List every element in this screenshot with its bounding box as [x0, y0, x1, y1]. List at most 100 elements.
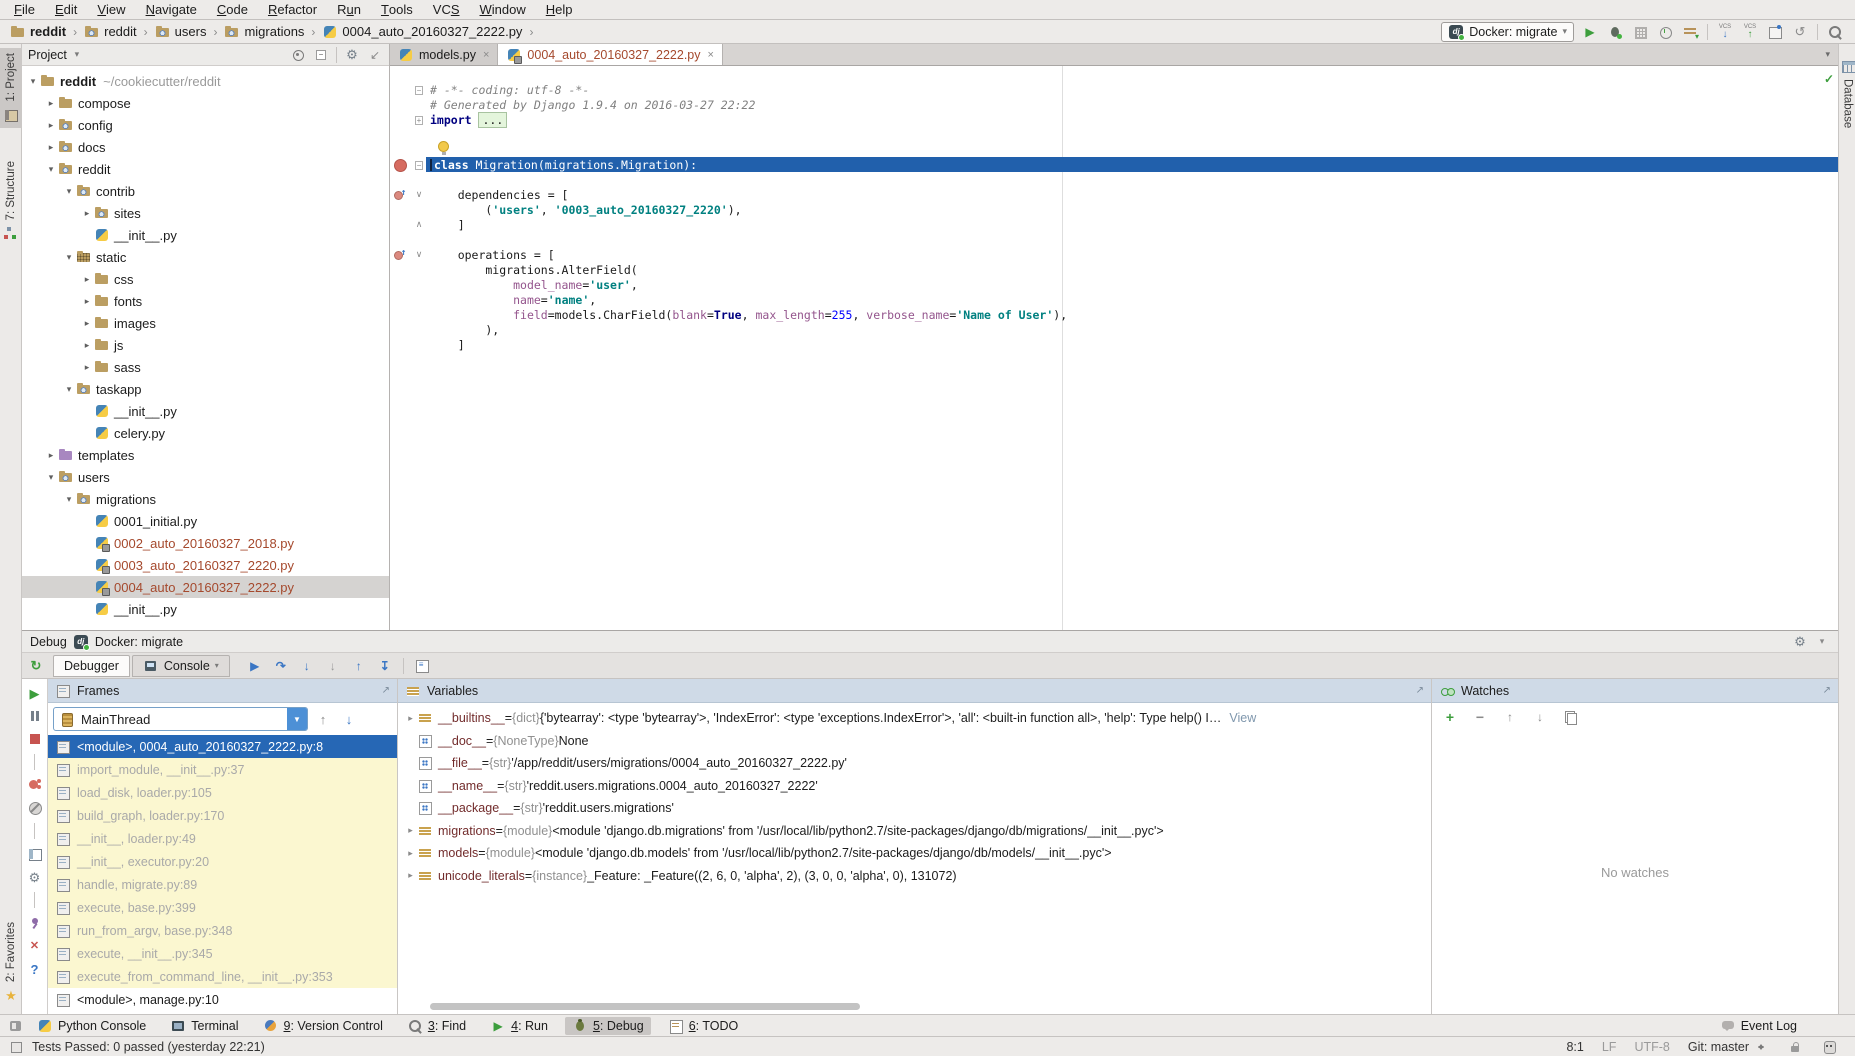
- expand-arrow-icon[interactable]: [80, 208, 94, 219]
- horizontal-scrollbar[interactable]: [430, 1003, 860, 1010]
- tree-item[interactable]: css: [22, 268, 389, 290]
- expand-arrow-icon[interactable]: [62, 494, 76, 505]
- tree-item[interactable]: docs: [22, 136, 389, 158]
- fold-marker[interactable]: [412, 115, 426, 125]
- status-widget[interactable]: UTF-8: [1634, 1040, 1669, 1054]
- menu-item[interactable]: Help: [536, 2, 583, 17]
- frame-row[interactable]: build_graph, loader.py:170: [48, 804, 397, 827]
- inspector-hector-icon[interactable]: [1821, 1039, 1837, 1055]
- tree-item[interactable]: 0003_auto_20160327_2220.py: [22, 554, 389, 576]
- variable-row[interactable]: unicode_literals = {instance} _Feature: …: [398, 865, 1431, 888]
- debugger-action-icon[interactable]: [27, 685, 43, 701]
- gutter[interactable]: [390, 277, 412, 292]
- step-icon[interactable]: [273, 658, 289, 674]
- lock-icon[interactable]: [1787, 1039, 1803, 1055]
- watches-action-icon[interactable]: [1442, 709, 1458, 725]
- menu-item[interactable]: Tools: [371, 2, 423, 17]
- menu-item[interactable]: Run: [327, 2, 371, 17]
- expand-arrow-icon[interactable]: [404, 825, 417, 836]
- debug-tab[interactable]: Console ▾: [132, 655, 230, 677]
- tree-item[interactable]: config: [22, 114, 389, 136]
- debugger-action-icon[interactable]: [34, 892, 35, 908]
- status-widget[interactable]: 8:1: [1566, 1040, 1583, 1054]
- tree-item[interactable]: js: [22, 334, 389, 356]
- expand-arrow-icon[interactable]: [80, 340, 94, 351]
- tree-item[interactable]: users: [22, 466, 389, 488]
- expand-arrow-icon[interactable]: [80, 274, 94, 285]
- tab-list-dropdown-icon[interactable]: ▾: [1817, 44, 1838, 65]
- step-icon[interactable]: [351, 658, 367, 674]
- frame-row[interactable]: <module>, manage.py:10: [48, 988, 397, 1011]
- expand-arrow-icon[interactable]: [44, 142, 58, 153]
- next-frame-icon[interactable]: ↓: [338, 708, 360, 730]
- variable-row[interactable]: migrations = {module} <module 'django.db…: [398, 820, 1431, 843]
- toolbar-icon[interactable]: [1582, 24, 1598, 40]
- tree-item[interactable]: contrib: [22, 180, 389, 202]
- gutter[interactable]: [390, 337, 412, 352]
- tool-window-switcher-icon[interactable]: [8, 1018, 24, 1034]
- view-link[interactable]: View: [1229, 711, 1256, 725]
- editor-tab[interactable]: 0004_auto_20160327_2222.py ×: [498, 44, 723, 65]
- watches-action-icon[interactable]: [1532, 709, 1548, 725]
- variable-row[interactable]: __file__ = {str} '/app/reddit/users/migr…: [398, 752, 1431, 775]
- gutter-marker-icon[interactable]: [390, 187, 412, 202]
- expand-arrow-icon[interactable]: [80, 362, 94, 373]
- variable-row[interactable]: __package__ = {str} 'reddit.users.migrat…: [398, 797, 1431, 820]
- float-panel-icon[interactable]: ↗: [1823, 685, 1831, 696]
- tool-window-button[interactable]: Python Console: [30, 1017, 153, 1035]
- variable-row[interactable]: __doc__ = {NoneType} None: [398, 730, 1431, 753]
- variable-row[interactable]: __builtins__ = {dict} {'bytearray': <typ…: [398, 707, 1431, 730]
- tool-stripe-project[interactable]: 1: Project: [0, 48, 22, 128]
- tool-stripe-database[interactable]: Database: [1839, 54, 1855, 132]
- gutter-marker-icon[interactable]: [390, 247, 412, 262]
- frame-row[interactable]: execute, base.py:399: [48, 896, 397, 919]
- tree-item[interactable]: reddit ~/cookiecutter/reddit: [22, 70, 389, 92]
- menu-item[interactable]: Navigate: [136, 2, 207, 17]
- menu-item[interactable]: Refactor: [258, 2, 327, 17]
- tool-stripe-favorites[interactable]: 2: Favorites: [0, 917, 22, 1008]
- debugger-action-icon[interactable]: [34, 823, 35, 839]
- toolbar-icon[interactable]: [1607, 24, 1623, 40]
- breadcrumb-item[interactable]: reddit: [8, 24, 68, 40]
- toolbar-icon[interactable]: [1742, 24, 1758, 40]
- expand-arrow-icon[interactable]: [404, 870, 417, 881]
- status-message[interactable]: Tests Passed: 0 passed (yesterday 22:21): [32, 1040, 265, 1054]
- gutter[interactable]: [390, 82, 412, 97]
- toolbar-icon[interactable]: [1707, 24, 1708, 40]
- expand-arrow-icon[interactable]: [44, 164, 58, 175]
- event-log-button[interactable]: Event Log: [1741, 1019, 1797, 1033]
- chevron-down-icon[interactable]: [72, 47, 82, 63]
- tree-item[interactable]: 0004_auto_20160327_2222.py: [22, 576, 389, 598]
- debugger-action-icon[interactable]: [27, 708, 43, 724]
- tree-item[interactable]: sites: [22, 202, 389, 224]
- step-icon[interactable]: [247, 658, 263, 674]
- expand-arrow-icon[interactable]: [44, 120, 58, 131]
- gutter[interactable]: [390, 217, 412, 232]
- toolbar-icon[interactable]: [1632, 24, 1648, 40]
- frame-row[interactable]: execute, __init__.py:345: [48, 942, 397, 965]
- tree-item[interactable]: celery.py: [22, 422, 389, 444]
- fold-marker[interactable]: [412, 249, 426, 260]
- tree-item[interactable]: fonts: [22, 290, 389, 312]
- expand-arrow-icon[interactable]: [44, 450, 58, 461]
- frame-row[interactable]: import_module, __init__.py:37: [48, 758, 397, 781]
- menu-item[interactable]: Window: [470, 2, 536, 17]
- menu-item[interactable]: View: [87, 2, 135, 17]
- toolbar-icon[interactable]: [1682, 24, 1698, 40]
- tool-stripe-structure[interactable]: 7: Structure: [0, 156, 22, 246]
- debugger-action-icon[interactable]: [27, 731, 43, 747]
- project-toolbar-icon[interactable]: [336, 47, 337, 63]
- branch-arrows-icon[interactable]: [1753, 1039, 1769, 1055]
- fold-marker[interactable]: [412, 189, 426, 200]
- gutter[interactable]: [390, 127, 412, 142]
- tree-item[interactable]: static: [22, 246, 389, 268]
- debugger-action-icon[interactable]: [34, 754, 35, 770]
- tree-item[interactable]: __init__.py: [22, 598, 389, 620]
- frame-row[interactable]: __init__, loader.py:49: [48, 827, 397, 850]
- breadcrumb-item[interactable]: reddit: [82, 24, 139, 40]
- thread-combo[interactable]: MainThread ▼: [53, 707, 308, 731]
- frame-row[interactable]: load_disk, loader.py:105: [48, 781, 397, 804]
- fold-marker[interactable]: [412, 85, 426, 95]
- gutter[interactable]: [390, 292, 412, 307]
- gutter[interactable]: [390, 307, 412, 322]
